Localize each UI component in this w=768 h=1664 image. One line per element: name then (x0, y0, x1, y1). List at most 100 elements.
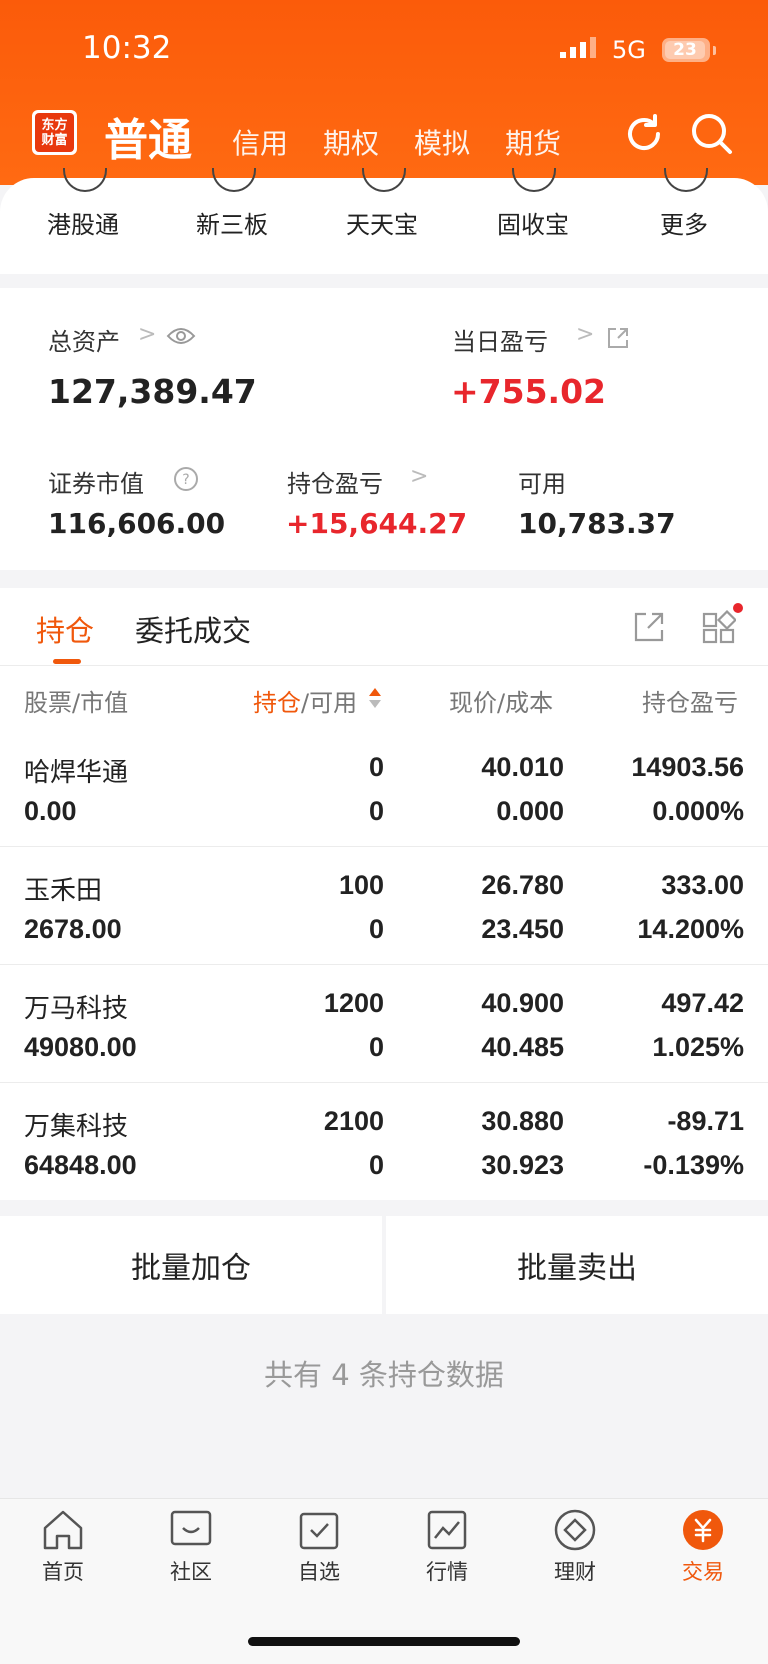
daily-pl-value: +755.02 (451, 372, 606, 411)
signal-icon (560, 37, 596, 58)
stock-name[interactable]: 玉禾田 (24, 870, 102, 907)
quick-item-more[interactable]: 更多 (629, 205, 739, 240)
help-icon[interactable]: ? (173, 466, 199, 492)
stock-hold: 1200 (323, 988, 384, 1018)
stock-market-value: 2678.00 (24, 914, 122, 944)
stock-name[interactable]: 万马科技 (24, 988, 128, 1025)
quick-item-hk-connect[interactable]: 港股通 (28, 205, 138, 240)
stock-available: 0 (368, 796, 384, 826)
tab-simulation[interactable]: 模拟 (414, 122, 470, 162)
eye-icon[interactable] (166, 326, 196, 346)
tab-credit[interactable]: 信用 (232, 122, 288, 162)
stock-pl: -89.71 (667, 1106, 744, 1136)
tab-normal[interactable]: 普通 (104, 104, 192, 168)
nav-wealth[interactable]: 理财 (525, 1508, 625, 1584)
batch-add-button[interactable]: 批量加仓 (0, 1216, 382, 1314)
daily-pl-label[interactable]: 当日盈亏 (452, 322, 548, 357)
logo-line2: 财富 (41, 132, 68, 148)
stock-pl: 497.42 (661, 988, 744, 1018)
stock-name[interactable]: 哈焊华通 (24, 752, 128, 789)
tab-positions[interactable]: 持仓 (36, 608, 94, 650)
total-assets-label[interactable]: 总资产 (48, 322, 120, 357)
external-link-icon[interactable] (606, 326, 630, 350)
stock-pl-pct: 1.025% (652, 1032, 744, 1062)
logo-line1: 东方 (41, 117, 68, 133)
stock-market-value: 0.00 (24, 796, 77, 826)
nav-label: 行情 (426, 1560, 468, 1584)
svg-text:?: ? (182, 472, 189, 488)
nav-market[interactable]: 行情 (397, 1508, 497, 1584)
status-time: 10:32 (82, 30, 172, 66)
stock-pl: 333.00 (661, 870, 744, 900)
battery-icon: 23 (662, 38, 710, 62)
chevron-right-icon: > (410, 464, 429, 489)
stock-cost: 40.485 (481, 1032, 564, 1062)
nav-trade[interactable]: 交易 (653, 1508, 753, 1584)
col-header-hold-label: 持仓 (253, 689, 301, 717)
notification-dot (733, 603, 743, 613)
col-header-available: 可用 (309, 689, 358, 717)
nav-label: 交易 (682, 1560, 724, 1584)
home-indicator[interactable] (248, 1637, 520, 1646)
stock-market-value: 64848.00 (24, 1150, 137, 1180)
tab-orders[interactable]: 委托成交 (135, 608, 251, 650)
stock-cost: 23.450 (481, 914, 564, 944)
share-icon[interactable] (632, 610, 666, 644)
stock-pl: 14903.56 (631, 752, 744, 782)
col-header-hold[interactable]: 持仓/可用 (253, 683, 357, 718)
stock-pl-pct: 14.200% (637, 914, 744, 944)
stock-name[interactable]: 万集科技 (24, 1106, 128, 1143)
active-tab-indicator (53, 659, 81, 664)
refresh-icon[interactable] (622, 112, 666, 156)
market-icon (427, 1510, 467, 1550)
search-icon[interactable] (690, 112, 734, 156)
nav-community[interactable]: 社区 (141, 1508, 241, 1584)
wealth-icon (554, 1509, 596, 1551)
stock-pl-pct: 0.000% (652, 796, 744, 826)
available-value: 10,783.37 (518, 507, 676, 540)
stock-price: 40.900 (481, 988, 564, 1018)
total-assets-value: 127,389.47 (48, 372, 257, 411)
divider (0, 846, 768, 847)
chevron-right-icon: > (576, 322, 595, 347)
col-header-market-value: 市值 (80, 689, 129, 717)
stock-cost: 0.000 (496, 796, 564, 826)
stock-price: 40.010 (481, 752, 564, 782)
nav-label: 自选 (298, 1560, 340, 1584)
col-header-price-label: 现价 (449, 689, 497, 717)
stock-price: 30.880 (481, 1106, 564, 1136)
divider (0, 964, 768, 965)
app-logo: 东方 财富 (32, 110, 77, 155)
stock-hold: 2100 (323, 1106, 384, 1136)
nav-home[interactable]: 首页 (13, 1508, 113, 1584)
chevron-right-icon: > (138, 322, 157, 347)
col-header-pl: 持仓盈亏 (642, 689, 738, 717)
stock-available: 0 (368, 1150, 384, 1180)
stock-available: 0 (368, 1032, 384, 1062)
market-value: 116,606.00 (48, 507, 226, 540)
quick-item-fixed-income[interactable]: 固收宝 (478, 205, 588, 240)
col-header-stock: 股票/市值 (24, 689, 129, 717)
position-pl-label[interactable]: 持仓盈亏 (287, 464, 383, 499)
stock-hold: 0 (368, 752, 384, 782)
battery-tip (713, 46, 716, 55)
stock-pl-pct: -0.139% (643, 1150, 744, 1180)
trade-icon (683, 1510, 723, 1550)
stock-price: 26.780 (481, 870, 564, 900)
divider (0, 1082, 768, 1083)
batch-sell-button[interactable]: 批量卖出 (386, 1216, 768, 1314)
tab-options[interactable]: 期权 (323, 122, 379, 162)
col-header-price: 现价/成本 (449, 689, 554, 717)
apps-icon[interactable] (702, 610, 736, 644)
quick-item-new-third-board[interactable]: 新三板 (177, 205, 287, 240)
stock-cost: 30.923 (481, 1150, 564, 1180)
nav-watchlist[interactable]: 自选 (269, 1508, 369, 1584)
stock-market-value: 49080.00 (24, 1032, 137, 1062)
positions-summary: 共有 4 条持仓数据 (264, 1358, 504, 1392)
watchlist-icon (299, 1512, 339, 1550)
tab-futures[interactable]: 期货 (505, 122, 561, 162)
sort-icon[interactable] (368, 686, 382, 710)
nav-label: 理财 (554, 1560, 596, 1584)
quick-item-tiantianbao[interactable]: 天天宝 (327, 205, 437, 240)
position-pl-value: +15,644.27 (286, 507, 468, 540)
